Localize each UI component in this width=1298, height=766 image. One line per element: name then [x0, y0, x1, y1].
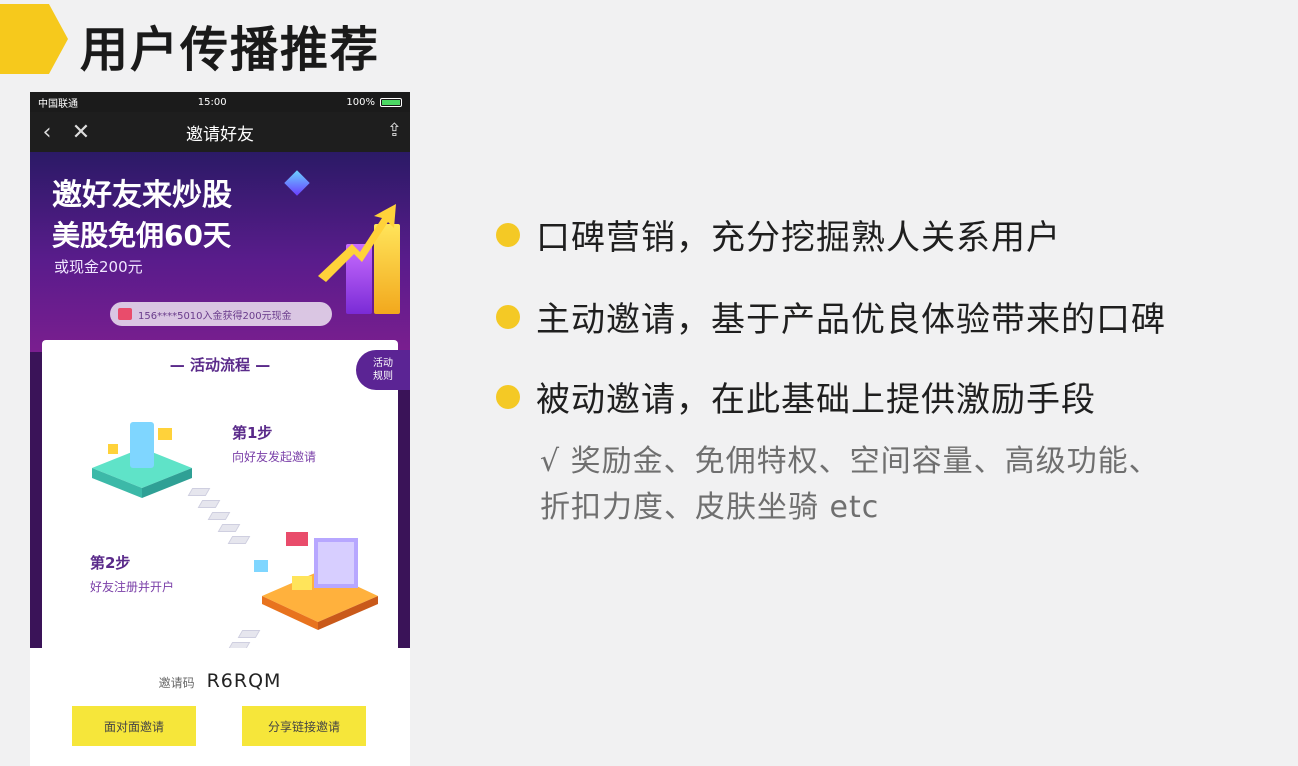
status-bar: 中国联通 15:00 100% — [30, 92, 410, 112]
bullet-text: 口碑营销，充分挖掘熟人关系用户 — [536, 218, 1061, 258]
flow-title: — 活动流程 — — [169, 356, 271, 374]
up-arrow-icon — [318, 204, 396, 282]
bullet-text: 被动邀请，在此基础上提供激励手段 — [536, 380, 1096, 420]
banner-headline-3: 或现金200元 — [54, 258, 143, 276]
slide-title: 用户传播推荐 — [80, 22, 381, 78]
bullet-dot-icon — [496, 384, 520, 409]
status-right: 100% — [346, 97, 402, 108]
invite-code-value: R6RQM — [206, 670, 282, 692]
bullet-dot-icon — [496, 304, 520, 329]
activity-flow-card: — 活动流程 — 活动 规则 第1步 向好友发起邀请 第2步 好友注册并开户 — [42, 340, 410, 670]
banner-headline-2: 美股免佣60天 — [52, 219, 231, 252]
reward-ticker: 156****5010入金获得200元现金 — [110, 302, 332, 326]
share-icon[interactable]: ⇪ — [387, 120, 402, 141]
bullet-item: 主动邀请，基于产品优良体验带来的口碑 — [496, 292, 1166, 341]
battery-percent: 100% — [346, 96, 375, 108]
cube-icon — [284, 170, 310, 196]
bullet-item: 口碑营销，充分挖掘熟人关系用户 — [496, 210, 1061, 259]
step2-illustration — [254, 532, 378, 630]
banner-headline-1: 邀好友来炒股 — [52, 178, 232, 213]
sub-point-line: √ 奖励金、免佣特权、空间容量、高级功能、 — [540, 444, 1160, 479]
step1-title: 第1步 — [232, 424, 273, 442]
face-to-face-invite-button[interactable]: 面对面邀请 — [72, 706, 196, 746]
gift-icon — [118, 308, 132, 320]
rising-chart-illustration — [312, 204, 402, 314]
close-icon[interactable]: ✕ — [64, 120, 98, 145]
sub-point-line: 折扣力度、皮肤坐骑 etc — [540, 490, 880, 525]
phone-screenshot: 中国联通 15:00 100% ‹ ✕ 邀请好友 ⇪ 邀好友来炒股 美股免佣60… — [30, 92, 410, 766]
step1-desc: 向好友发起邀请 — [232, 450, 317, 464]
step2-desc: 好友注册并开户 — [90, 580, 175, 594]
status-time: 15:00 — [197, 96, 227, 108]
rules-tab[interactable]: 活动 规则 — [356, 350, 410, 390]
nav-bar: ‹ ✕ 邀请好友 ⇪ — [30, 112, 410, 152]
step1-illustration — [92, 422, 192, 498]
reward-ticker-text: 156****5010入金获得200元现金 — [138, 310, 292, 322]
carrier-label: 中国联通 — [38, 98, 78, 110]
step2-title: 第2步 — [90, 554, 131, 572]
bullet-text: 主动邀请，基于产品优良体验带来的口碑 — [536, 300, 1166, 340]
promo-banner: 邀好友来炒股 美股免佣60天 或现金200元 156****5010入金获得20… — [30, 152, 410, 352]
invite-code-row: 邀请码 R6RQM — [30, 670, 410, 692]
bullet-item: 被动邀请，在此基础上提供激励手段 — [496, 372, 1096, 421]
title-marker-arrow — [0, 4, 68, 74]
invite-bottom-bar: 邀请码 R6RQM 面对面邀请 分享链接邀请 — [30, 648, 410, 766]
chevron-left-icon[interactable]: ‹ — [30, 120, 64, 145]
battery-icon — [379, 97, 402, 107]
bullet-dot-icon — [496, 222, 520, 247]
share-link-invite-button[interactable]: 分享链接邀请 — [242, 706, 366, 746]
invite-code-label: 邀请码 — [158, 676, 195, 690]
